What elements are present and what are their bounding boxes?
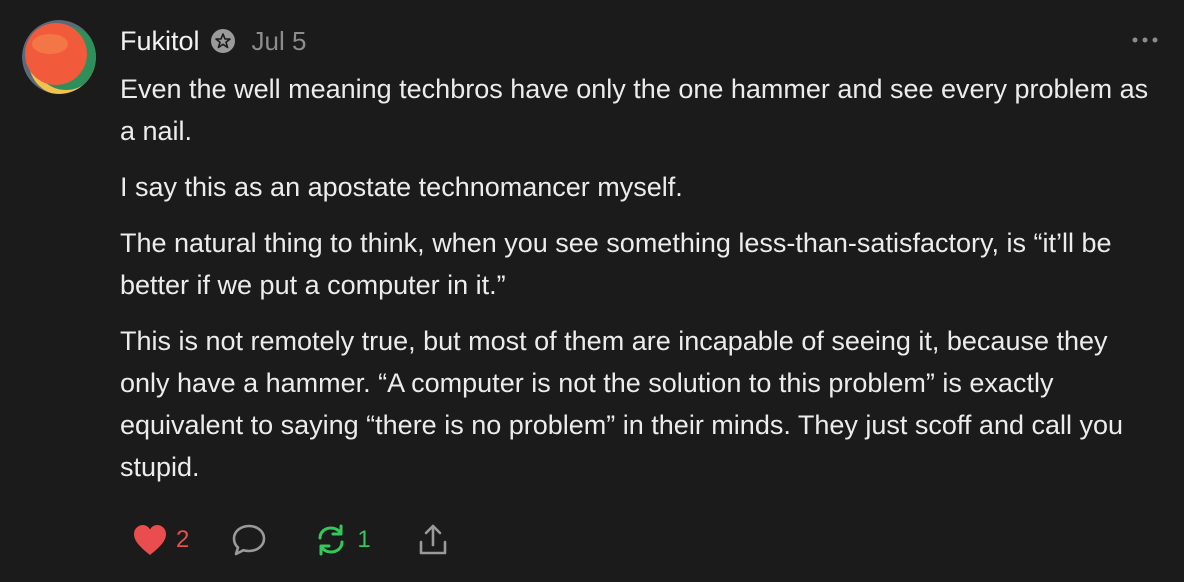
avatar[interactable] [22, 20, 96, 94]
more-options-icon[interactable] [1130, 30, 1160, 50]
avatar-image [22, 20, 96, 94]
post-paragraph: This is not remotely true, but most of t… [120, 326, 1124, 482]
reply-button[interactable] [231, 522, 267, 558]
like-button[interactable]: 2 [132, 523, 189, 557]
post-header: Fukitol Jul 5 [120, 22, 306, 60]
heart-icon [134, 525, 166, 555]
action-bar: 2 1 [132, 518, 451, 562]
repost-button[interactable]: 1 [313, 522, 371, 558]
author-name[interactable]: Fukitol [120, 26, 200, 57]
repost-icon [318, 524, 344, 556]
post-paragraph: I say this as an apostate technomancer m… [120, 172, 683, 202]
post-date: Jul 5 [251, 25, 307, 56]
post-paragraph: The natural thing to think, when you see… [120, 228, 1112, 300]
share-button[interactable] [415, 522, 451, 558]
comment-bubble-icon [233, 524, 266, 556]
post-paragraph: Even the well meaning techbros have only… [120, 74, 1149, 146]
share-icon [419, 524, 447, 555]
like-count: 2 [176, 526, 190, 553]
repost-count: 1 [357, 526, 371, 553]
founding-member-badge-icon [210, 29, 235, 53]
note-post: Fukitol Jul 5 Even the well meaning tech… [0, 0, 1184, 582]
post-body: Even the well meaning techbros have only… [120, 68, 1160, 502]
